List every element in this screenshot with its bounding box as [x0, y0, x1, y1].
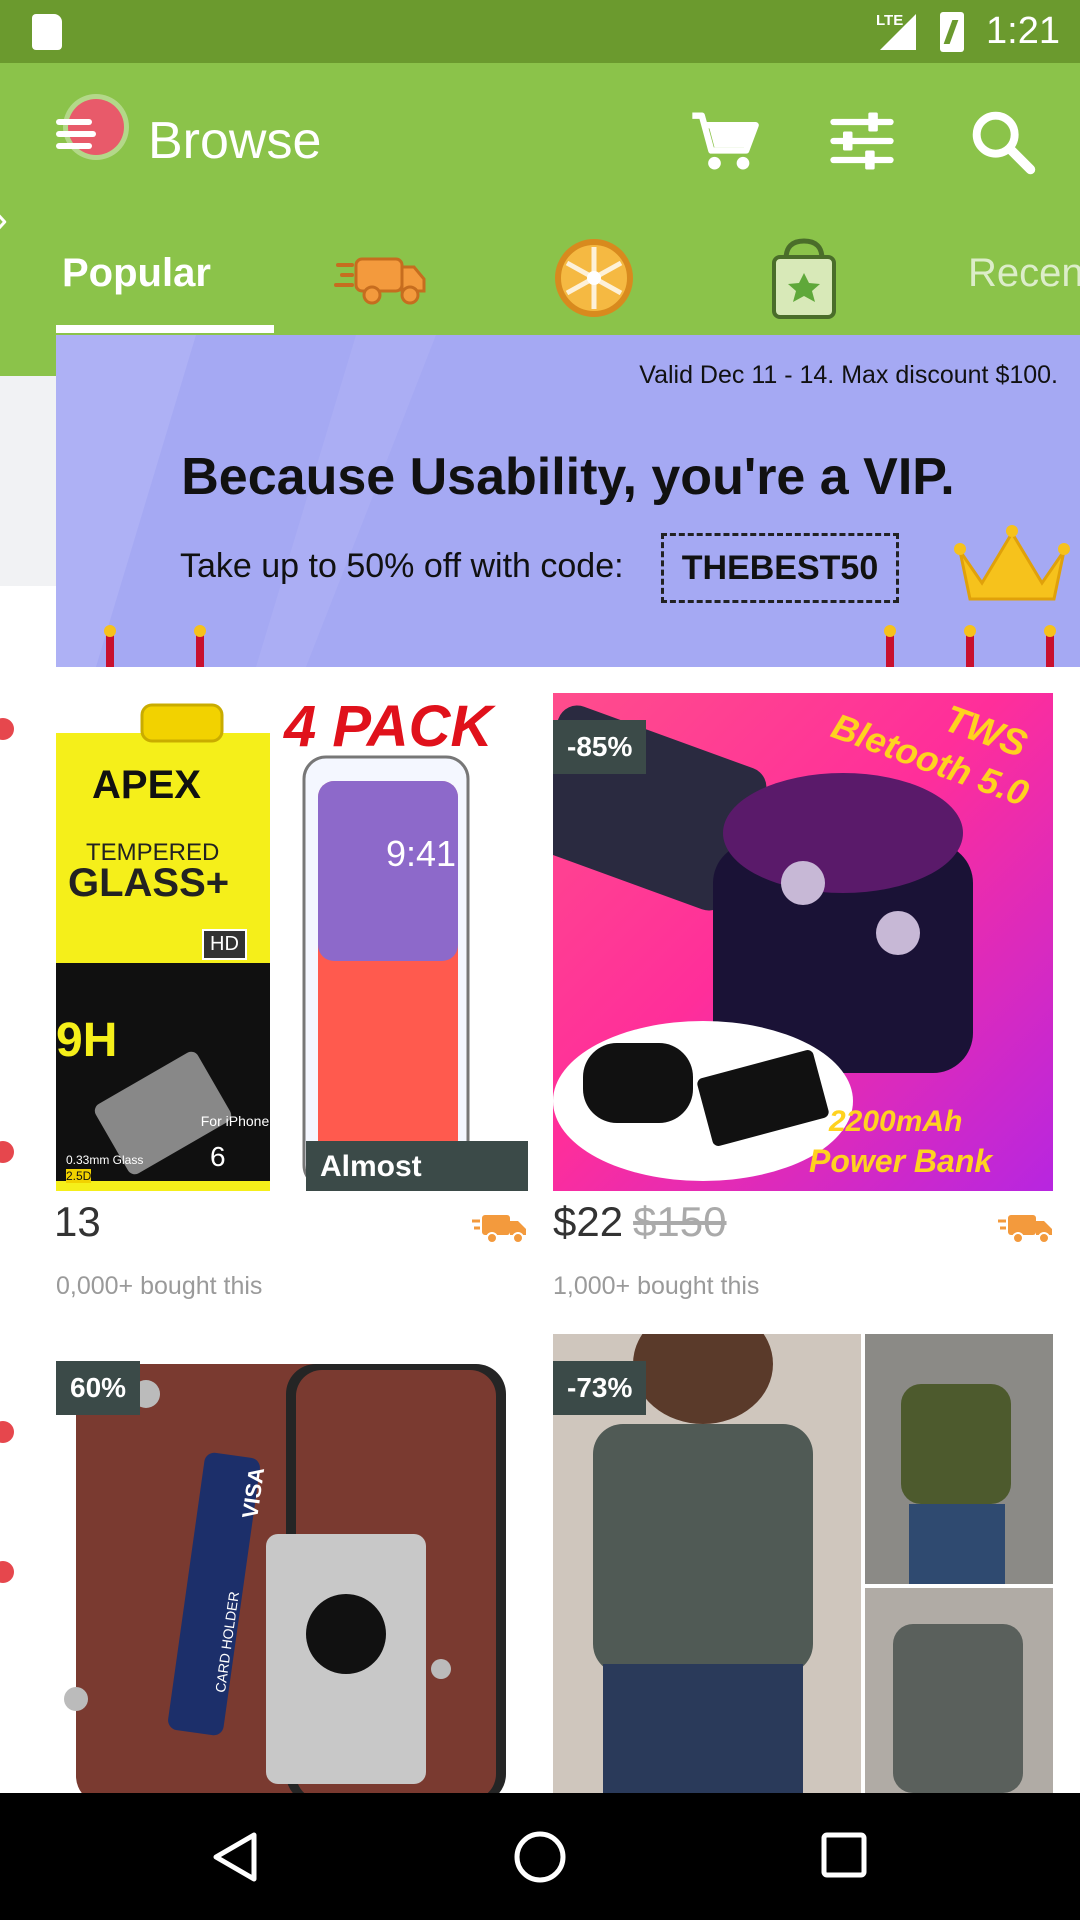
express-delivery-icon: [998, 1215, 1052, 1244]
coupon-code[interactable]: THEBEST50: [661, 533, 899, 603]
search-icon[interactable]: [964, 103, 1040, 179]
velvet-rope-posts: [104, 625, 1056, 667]
discount-badge: -73%: [553, 1361, 647, 1415]
menu-icon[interactable]: [56, 99, 124, 165]
indicator-dot: [0, 1421, 14, 1443]
express-delivery-icon: [472, 1215, 526, 1244]
bought-count: 0,000+ bought this: [56, 1272, 263, 1300]
app-bar: Browse Popular Recen: [56, 63, 1080, 335]
battery-icon: [940, 12, 964, 52]
discount-badge: 60%: [56, 1361, 141, 1415]
product-card[interactable]: 4 PACK APEX TEMPERED GLASS+ HD 9H 9:41 F…: [56, 693, 528, 1191]
original-price: $150: [633, 1198, 727, 1245]
banner-headline: Because Usability, you're a VIP.: [181, 448, 955, 506]
shopping-bag-icon[interactable]: [756, 233, 852, 323]
banner-offer: Take up to 50% off with code:: [180, 547, 624, 585]
product-card[interactable]: -73%: [553, 1334, 1053, 1793]
home-icon[interactable]: [512, 1829, 568, 1885]
banner-valid-dates: Valid Dec 11 - 14. Max discount $100.: [639, 361, 1058, 389]
crown-icon: [954, 525, 1070, 601]
indicator-dot: [0, 1141, 14, 1163]
product-price: 13: [54, 1198, 101, 1245]
system-nav-bar: [0, 1793, 1080, 1920]
indicator-dot: [0, 718, 14, 740]
tab-popular[interactable]: Popular: [62, 251, 211, 296]
sd-card-icon: [32, 14, 62, 50]
clock: 1:21: [986, 10, 1060, 52]
product-card[interactable]: 60% VISA CARD HOLDER: [56, 1334, 528, 1793]
active-tab-indicator: [56, 325, 274, 333]
filter-icon[interactable]: [824, 103, 900, 179]
discount-badge: -85%: [553, 720, 647, 774]
wheel-icon[interactable]: [546, 233, 642, 323]
page-title: Browse: [148, 112, 322, 170]
product-card[interactable]: -85% TWS Bletooth 5.0 2200mAh Power Bank: [553, 693, 1053, 1191]
cart-icon[interactable]: [686, 103, 762, 179]
brand-label: APEX: [92, 763, 201, 807]
status-bar: LTE 1:21: [0, 0, 1080, 63]
side-drawer-edge[interactable]: ›: [0, 63, 56, 1793]
signal-icon: [880, 14, 916, 50]
express-delivery-icon[interactable]: [334, 233, 430, 323]
chevron-right-icon[interactable]: ›: [0, 195, 8, 243]
pack-label: 4 PACK: [284, 694, 493, 759]
indicator-dot: [0, 1561, 14, 1583]
almost-gone-badge: Almost Gone!: [306, 1141, 528, 1191]
bought-count: 1,000+ bought this: [553, 1272, 760, 1300]
tab-recent[interactable]: Recen: [968, 251, 1080, 296]
product-price: $22 $150: [553, 1198, 727, 1245]
promo-banner[interactable]: Valid Dec 11 - 14. Max discount $100. Be…: [56, 335, 1080, 667]
recents-icon[interactable]: [820, 1831, 868, 1879]
back-icon[interactable]: [210, 1831, 260, 1883]
